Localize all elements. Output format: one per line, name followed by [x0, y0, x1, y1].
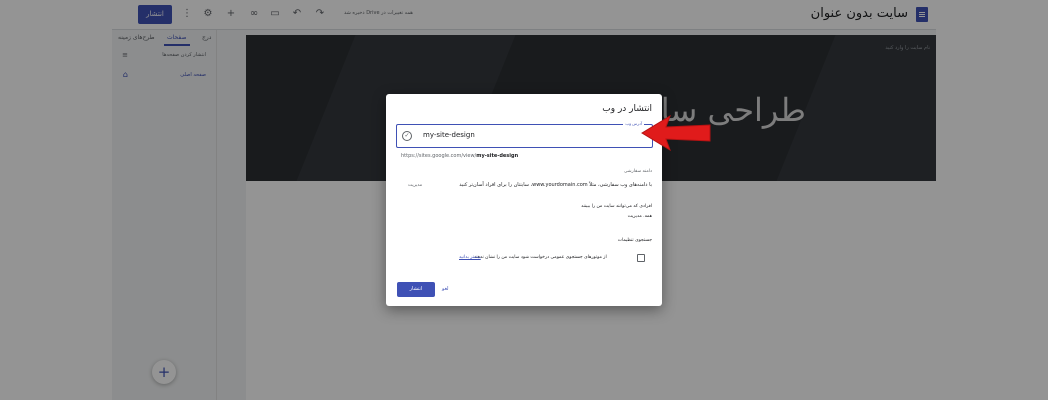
publish-dialog: انتشار در وب آدرس وب ✓ my-site-design ht… [386, 94, 662, 306]
web-address-field[interactable]: آدرس وب ✓ my-site-design [396, 121, 653, 148]
learn-more-link[interactable]: بیشتر بدانید [459, 255, 481, 260]
hide-from-search-text: از موتورهای جستجوی عمومی درخواست شود سای… [474, 255, 607, 260]
viewers-heading: افرادی که می‌توانند سایت من را ببینند [581, 204, 652, 209]
cancel-button[interactable]: لغو [442, 286, 449, 292]
url-slug: my-site-design [476, 153, 519, 159]
url-prefix: https://sites.google.com/view/ [401, 153, 477, 159]
publish-button[interactable]: انتشار [397, 282, 435, 297]
red-arrow-annotation [641, 114, 711, 152]
search-settings-heading: جستجوی تنظیمات [617, 238, 652, 243]
url-preview: https://sites.google.com/view/my-site-de… [401, 153, 518, 159]
check-circle-icon: ✓ [402, 131, 412, 141]
screenshot-stage: سایت بدون عنوان همه تغییرات در Drive ذخی… [0, 0, 1048, 400]
hide-from-search-checkbox[interactable] [637, 254, 645, 262]
manage-domain-link[interactable]: مدیریت [408, 183, 422, 188]
viewers-value[interactable]: همه. مدیریت [628, 214, 652, 219]
web-address-value[interactable]: my-site-design [423, 131, 475, 139]
custom-domain-heading: دامنه سفارشی [624, 169, 652, 174]
custom-domain-text: با دامنه‌های وب سفارشی، مثلاً www.yourdo… [459, 182, 652, 188]
